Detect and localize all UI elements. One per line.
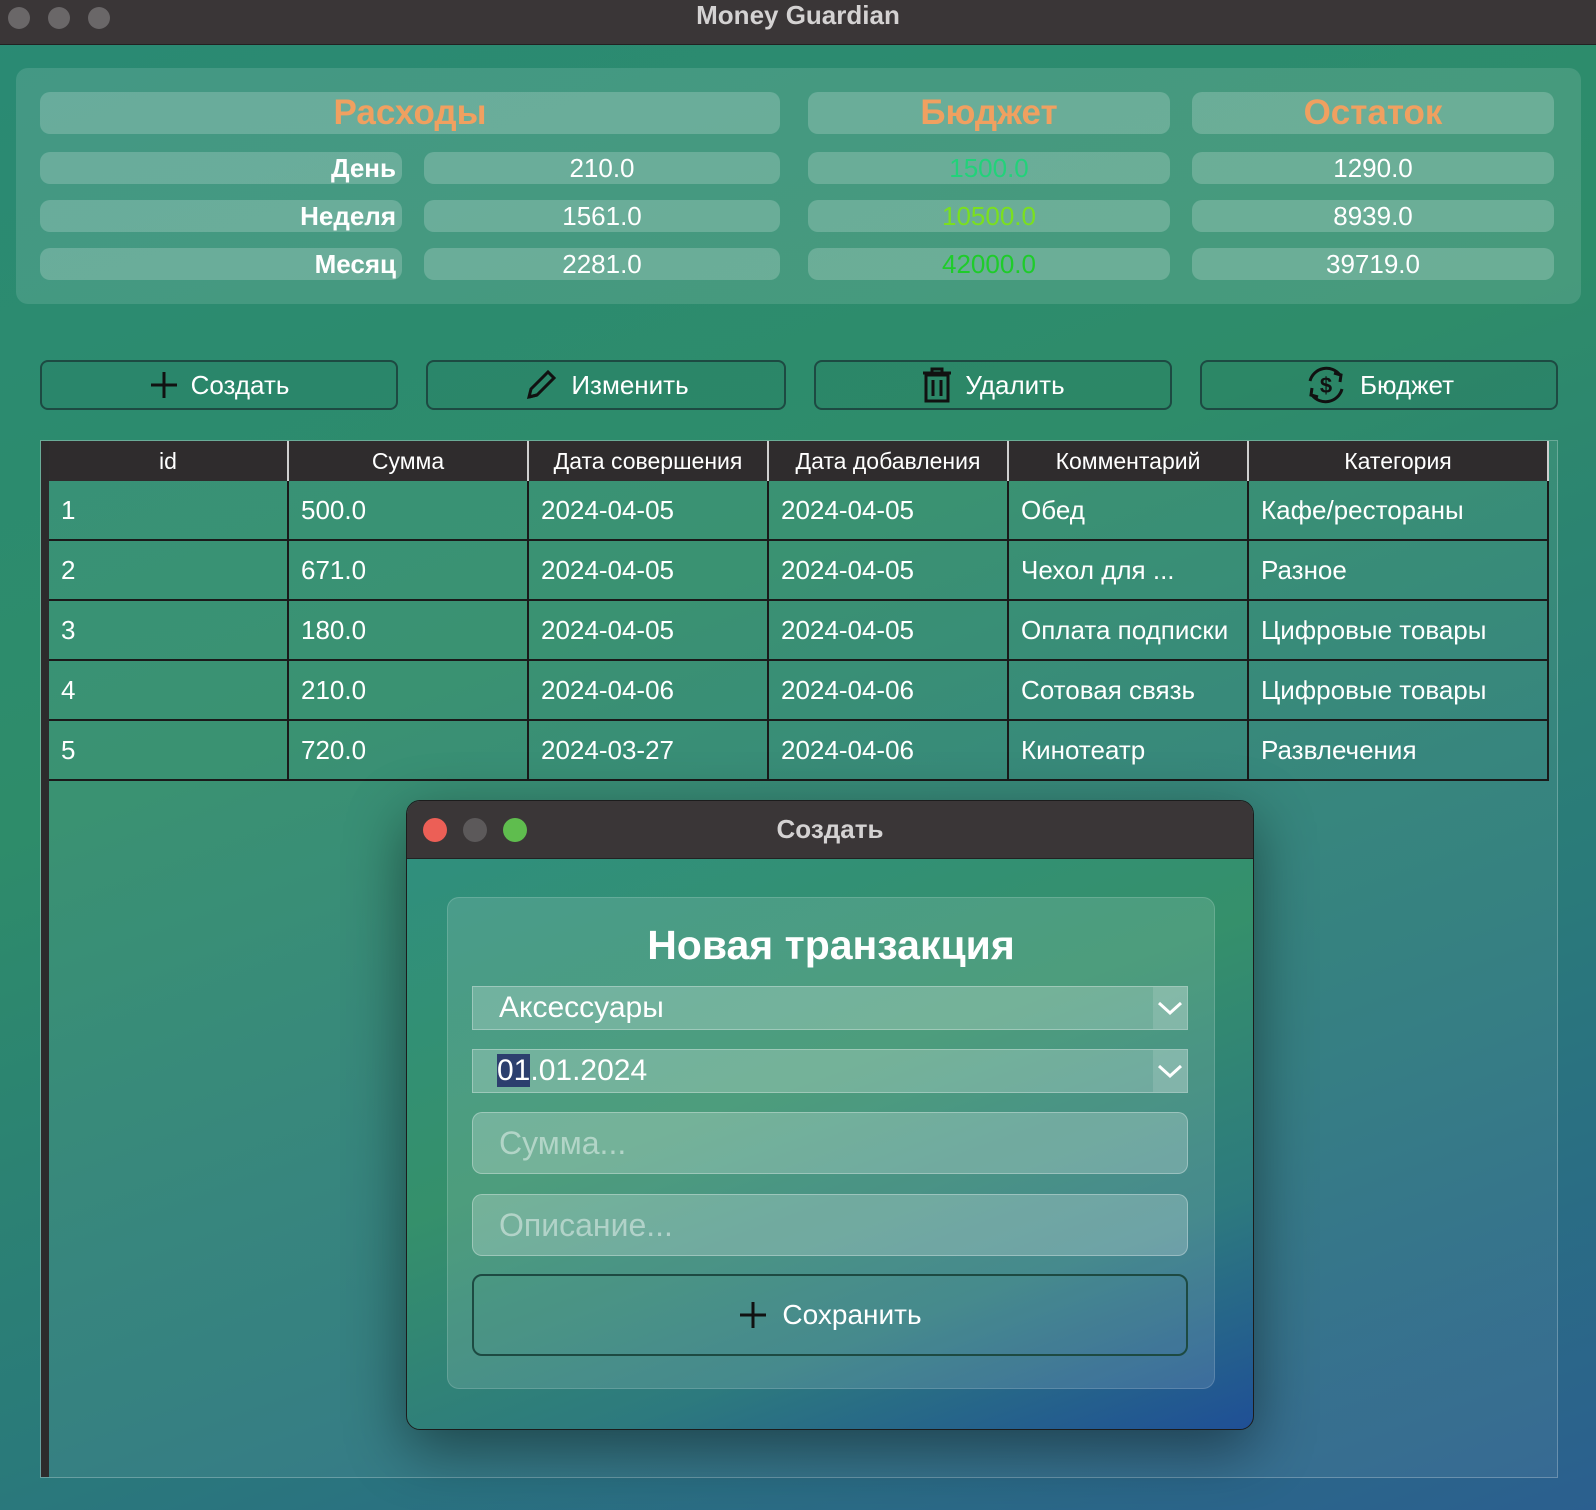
form-heading: Новая транзакция: [647, 922, 1015, 968]
edit-button[interactable]: Изменить: [426, 360, 786, 410]
plus-icon: [150, 372, 177, 398]
table-body: 1 500.0 2024-04-05 2024-04-05 Обед Кафе/…: [49, 481, 1549, 781]
window-title: Money Guardian: [696, 0, 900, 30]
column-header-comment[interactable]: Комментарий: [1009, 441, 1249, 481]
description-input[interactable]: Описание...: [472, 1194, 1188, 1256]
cell-amount: 180.0: [289, 601, 529, 659]
month-remainder: 39719.0: [1192, 248, 1554, 280]
delete-button-label: Удалить: [965, 369, 1065, 400]
dialog-title: Создать: [776, 814, 884, 844]
cell-comment: Оплата подписки: [1009, 601, 1249, 659]
pencil-icon: [527, 369, 557, 400]
chevron-down-icon[interactable]: [1153, 987, 1187, 1029]
column-header-amount[interactable]: Сумма: [289, 441, 529, 481]
cell-amount: 210.0: [289, 661, 529, 719]
table-row[interactable]: 2 671.0 2024-04-05 2024-04-05 Чехол для …: [49, 541, 1549, 601]
chevron-down-icon[interactable]: [1153, 1050, 1187, 1092]
cell-category: Цифровые товары: [1249, 601, 1549, 659]
cell-date-made: 2024-04-06: [529, 661, 769, 719]
cell-date-added: 2024-04-05: [769, 481, 1009, 539]
cell-comment: Кинотеатр: [1009, 721, 1249, 779]
cell-amount: 500.0: [289, 481, 529, 539]
cell-category: Кафе/рестораны: [1249, 481, 1549, 539]
table-header: id Сумма Дата совершения Дата добавления…: [49, 441, 1549, 481]
cell-id: 1: [49, 481, 289, 539]
week-expenses: 1561.0: [424, 200, 780, 232]
cell-comment: Сотовая связь: [1009, 661, 1249, 719]
expenses-header: Расходы: [40, 92, 780, 134]
week-label: Неделя: [40, 200, 402, 232]
main-title-bar: Money Guardian: [0, 0, 1596, 45]
save-button[interactable]: Сохранить: [472, 1274, 1188, 1356]
edit-button-label: Изменить: [571, 369, 689, 400]
vertical-scrollbar[interactable]: [41, 441, 49, 1477]
date-day-segment[interactable]: 01: [497, 1054, 531, 1087]
column-header-id[interactable]: id: [49, 441, 289, 481]
week-budget: 10500.0: [808, 200, 1170, 232]
new-transaction-form: Новая транзакция Аксессуары 01.01.2024 С…: [447, 897, 1215, 1389]
column-header-date-added[interactable]: Дата добавления: [769, 441, 1009, 481]
cell-date-added: 2024-04-06: [769, 721, 1009, 779]
date-rest: .01.2024: [530, 1054, 648, 1087]
cell-id: 4: [49, 661, 289, 719]
cell-id: 3: [49, 601, 289, 659]
remainder-header: Остаток: [1192, 92, 1554, 134]
cell-date-added: 2024-04-05: [769, 601, 1009, 659]
cell-date-made: 2024-04-05: [529, 481, 769, 539]
month-expenses: 2281.0: [424, 248, 780, 280]
trash-icon: [923, 367, 952, 403]
cell-date-made: 2024-04-05: [529, 541, 769, 599]
cell-date-made: 2024-04-05: [529, 601, 769, 659]
amount-input[interactable]: Сумма...: [472, 1112, 1188, 1174]
day-label: День: [40, 152, 402, 184]
cell-category: Развлечения: [1249, 721, 1549, 779]
table-row[interactable]: 1 500.0 2024-04-05 2024-04-05 Обед Кафе/…: [49, 481, 1549, 541]
cell-comment: Обед: [1009, 481, 1249, 539]
budget-header: Бюджет: [808, 92, 1170, 134]
cell-category: Цифровые товары: [1249, 661, 1549, 719]
table-row[interactable]: 5 720.0 2024-03-27 2024-04-06 Кинотеатр …: [49, 721, 1549, 781]
cell-id: 2: [49, 541, 289, 599]
create-button-label: Создать: [190, 369, 290, 400]
date-picker[interactable]: 01.01.2024: [472, 1049, 1188, 1093]
month-label: Месяц: [40, 248, 402, 280]
create-dialog: Создать Новая транзакция Аксессуары 01.0…: [406, 800, 1254, 1430]
cell-date-made: 2024-03-27: [529, 721, 769, 779]
week-remainder: 8939.0: [1192, 200, 1554, 232]
svg-text:$: $: [1320, 373, 1332, 398]
month-budget: 42000.0: [808, 248, 1170, 280]
day-expenses: 210.0: [424, 152, 780, 184]
table-row[interactable]: 4 210.0 2024-04-06 2024-04-06 Сотовая св…: [49, 661, 1549, 721]
cell-amount: 671.0: [289, 541, 529, 599]
cell-date-added: 2024-04-05: [769, 541, 1009, 599]
column-header-date-made[interactable]: Дата совершения: [529, 441, 769, 481]
budget-button[interactable]: $ Бюджет: [1200, 360, 1558, 410]
save-button-label: Сохранить: [782, 1299, 922, 1330]
cell-id: 5: [49, 721, 289, 779]
day-remainder: 1290.0: [1192, 152, 1554, 184]
day-budget: 1500.0: [808, 152, 1170, 184]
dollar-refresh-icon: $: [1308, 366, 1344, 404]
dialog-title-bar: Создать: [407, 801, 1253, 859]
summary-panel: Расходы Бюджет Остаток День 210.0 1500.0…: [16, 68, 1581, 304]
column-header-category[interactable]: Категория: [1249, 441, 1549, 481]
category-select[interactable]: Аксессуары: [472, 986, 1188, 1030]
table-row[interactable]: 3 180.0 2024-04-05 2024-04-05 Оплата под…: [49, 601, 1549, 661]
plus-icon: [740, 1302, 767, 1328]
category-select-value: Аксессуары: [499, 991, 664, 1024]
cell-category: Разное: [1249, 541, 1549, 599]
cell-date-added: 2024-04-06: [769, 661, 1009, 719]
budget-button-label: Бюджет: [1359, 369, 1455, 400]
delete-button[interactable]: Удалить: [814, 360, 1172, 410]
cell-comment: Чехол для ...: [1009, 541, 1249, 599]
create-button[interactable]: Создать: [40, 360, 398, 410]
cell-amount: 720.0: [289, 721, 529, 779]
